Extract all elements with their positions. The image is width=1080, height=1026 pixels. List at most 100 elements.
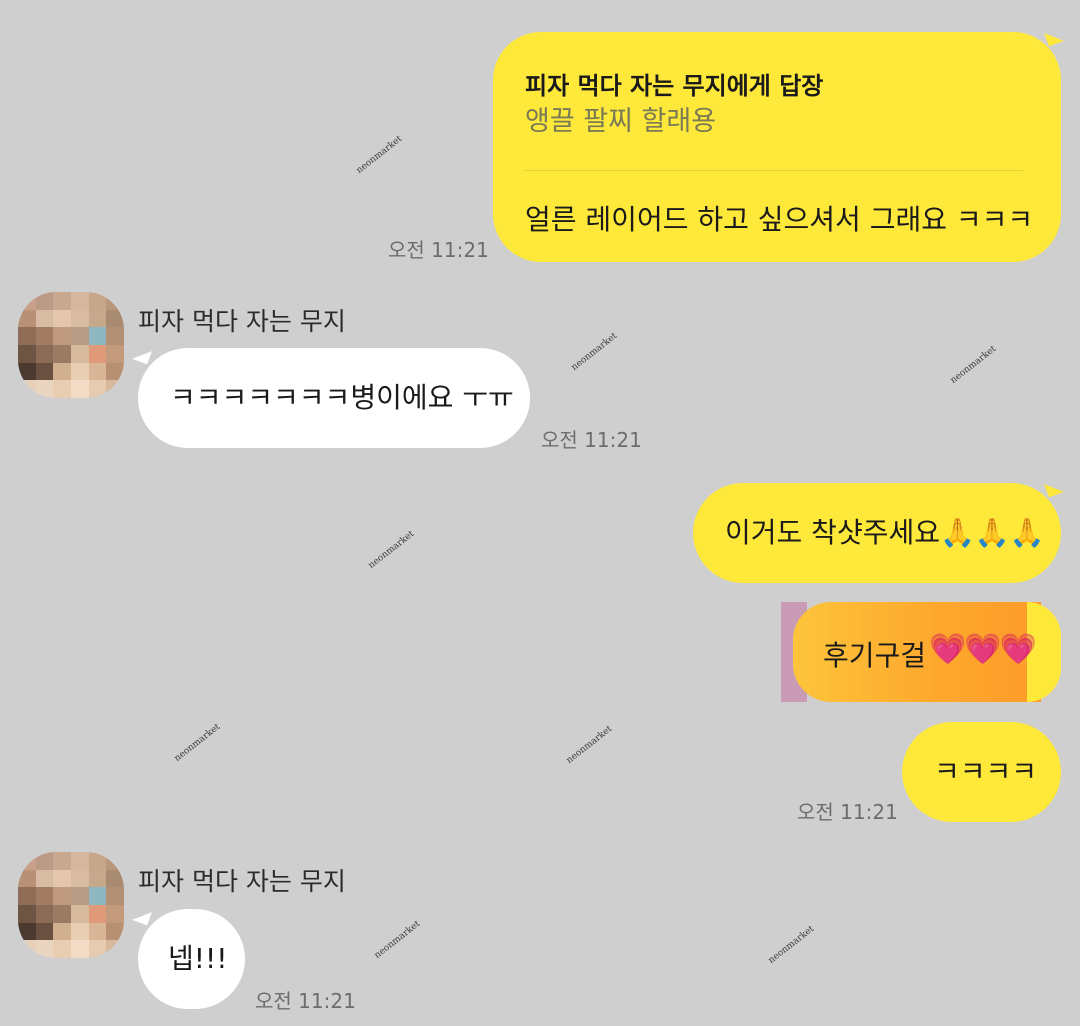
avatar-pixel	[18, 327, 36, 345]
message-text: 이거도 착샷주세요🙏🙏🙏	[725, 516, 1045, 549]
outgoing-message-bubble[interactable]: 이거도 착샷주세요🙏🙏🙏	[693, 483, 1061, 583]
avatar-pixel	[53, 362, 71, 381]
bubble-tail	[132, 906, 152, 926]
avatar-pixel	[88, 904, 107, 923]
avatar-pixel	[18, 852, 36, 870]
outgoing-message-bubble[interactable]: 후기구걸 💗💗💗	[781, 602, 1061, 702]
avatar-pixel	[106, 940, 124, 958]
reply-to-label: 피자 먹다 자는 무지에게 답장	[525, 72, 824, 100]
avatar-pixel	[53, 887, 71, 905]
incoming-message-bubble[interactable]: ㅋㅋㅋㅋㅋㅋㅋ병이에요 ㅜㅠ	[138, 348, 530, 448]
avatar-pixel	[18, 940, 36, 958]
avatar-pixel	[106, 869, 124, 888]
message-timestamp: 오전 11:21	[255, 989, 356, 1013]
avatar-pixel	[35, 362, 54, 381]
avatar-pixel	[70, 922, 89, 941]
avatar-pixel	[18, 292, 36, 310]
watermark: neonmarket	[569, 331, 620, 373]
avatar-pixel	[106, 887, 124, 905]
avatar-pixel	[70, 292, 89, 310]
heart-icon: 💗💗💗	[929, 632, 1037, 667]
avatar-pixel	[35, 344, 54, 363]
message-text: 넵!!!	[168, 942, 228, 975]
avatar-pixel	[106, 309, 124, 328]
incoming-message-bubble[interactable]: 넵!!!	[138, 909, 245, 1009]
avatar-pixel	[53, 869, 71, 888]
sender-avatar[interactable]	[18, 292, 124, 398]
avatar-pixel	[35, 327, 54, 345]
avatar-pixel	[35, 852, 54, 870]
avatar-pixel	[88, 940, 107, 958]
avatar-pixel	[70, 327, 89, 345]
avatar-pixel	[35, 904, 54, 923]
avatar-pixel	[18, 362, 36, 381]
message-timestamp: 오전 11:21	[541, 428, 642, 452]
message-timestamp: 오전 11:21	[388, 238, 489, 262]
avatar-pixel	[88, 309, 107, 328]
avatar-pixel	[35, 922, 54, 941]
avatar-pixel	[106, 922, 124, 941]
watermark: neonmarket	[354, 134, 405, 176]
avatar-pixel	[18, 887, 36, 905]
avatar-pixel	[106, 327, 124, 345]
watermark: neonmarket	[366, 529, 417, 571]
avatar-pixel	[70, 362, 89, 381]
avatar-pixel	[35, 309, 54, 328]
watermark: neonmarket	[172, 722, 223, 764]
avatar-pixel	[88, 344, 107, 363]
quoted-message-text[interactable]: 앵끌 팔찌 할래용	[525, 104, 716, 140]
avatar-pixel	[88, 327, 107, 345]
watermark: neonmarket	[948, 344, 999, 386]
sender-name: 피자 먹다 자는 무지	[138, 867, 346, 896]
sender-avatar[interactable]	[18, 852, 124, 958]
avatar-pixel	[53, 380, 71, 398]
avatar-pixel	[88, 380, 107, 398]
avatar-pixel	[53, 940, 71, 958]
avatar-pixel	[35, 380, 54, 398]
avatar-pixel	[88, 869, 107, 888]
avatar-pixel	[18, 309, 36, 328]
avatar-pixel	[106, 904, 124, 923]
bubble-tail	[1044, 478, 1064, 498]
avatar-pixel	[88, 852, 107, 870]
reply-message-bubble[interactable]: 피자 먹다 자는 무지에게 답장 앵끌 팔찌 할래용 얼른 레이어드 하고 싶으…	[493, 32, 1061, 262]
avatar-pixel	[70, 309, 89, 328]
avatar-pixel	[88, 922, 107, 941]
avatar-pixel	[18, 869, 36, 888]
avatar-pixel	[53, 292, 71, 310]
avatar-pixel	[106, 852, 124, 870]
avatar-pixel	[53, 309, 71, 328]
avatar-pixel	[53, 327, 71, 345]
avatar-pixel	[18, 380, 36, 398]
reply-divider	[523, 170, 1023, 171]
message-text: 얼른 레이어드 하고 싶으셔서 그래요 ㅋㅋㅋ	[525, 203, 1034, 236]
avatar-pixel	[88, 887, 107, 905]
avatar-pixel	[18, 904, 36, 923]
avatar-pixel	[53, 344, 71, 363]
avatar-pixel	[35, 887, 54, 905]
avatar-pixel	[70, 869, 89, 888]
avatar-pixel	[88, 362, 107, 381]
avatar-pixel	[35, 292, 54, 310]
outgoing-message-bubble[interactable]: ㅋㅋㅋㅋ	[902, 722, 1061, 822]
avatar-pixel	[70, 904, 89, 923]
message-timestamp: 오전 11:21	[797, 800, 898, 824]
bubble-tail	[1044, 27, 1064, 47]
message-text: 후기구걸	[823, 639, 927, 672]
sender-name: 피자 먹다 자는 무지	[138, 307, 346, 336]
avatar-pixel	[106, 380, 124, 398]
avatar-pixel	[18, 344, 36, 363]
avatar-pixel	[70, 940, 89, 958]
avatar-pixel	[106, 292, 124, 310]
bubble-tail	[132, 345, 152, 365]
avatar-pixel	[18, 922, 36, 941]
avatar-pixel	[53, 922, 71, 941]
watermark: neonmarket	[564, 724, 615, 766]
watermark: neonmarket	[372, 919, 423, 961]
avatar-pixel	[35, 940, 54, 958]
avatar-pixel	[106, 344, 124, 363]
avatar-pixel	[70, 887, 89, 905]
message-text: ㅋㅋㅋㅋ	[934, 755, 1038, 788]
avatar-pixel	[70, 380, 89, 398]
avatar-pixel	[70, 344, 89, 363]
